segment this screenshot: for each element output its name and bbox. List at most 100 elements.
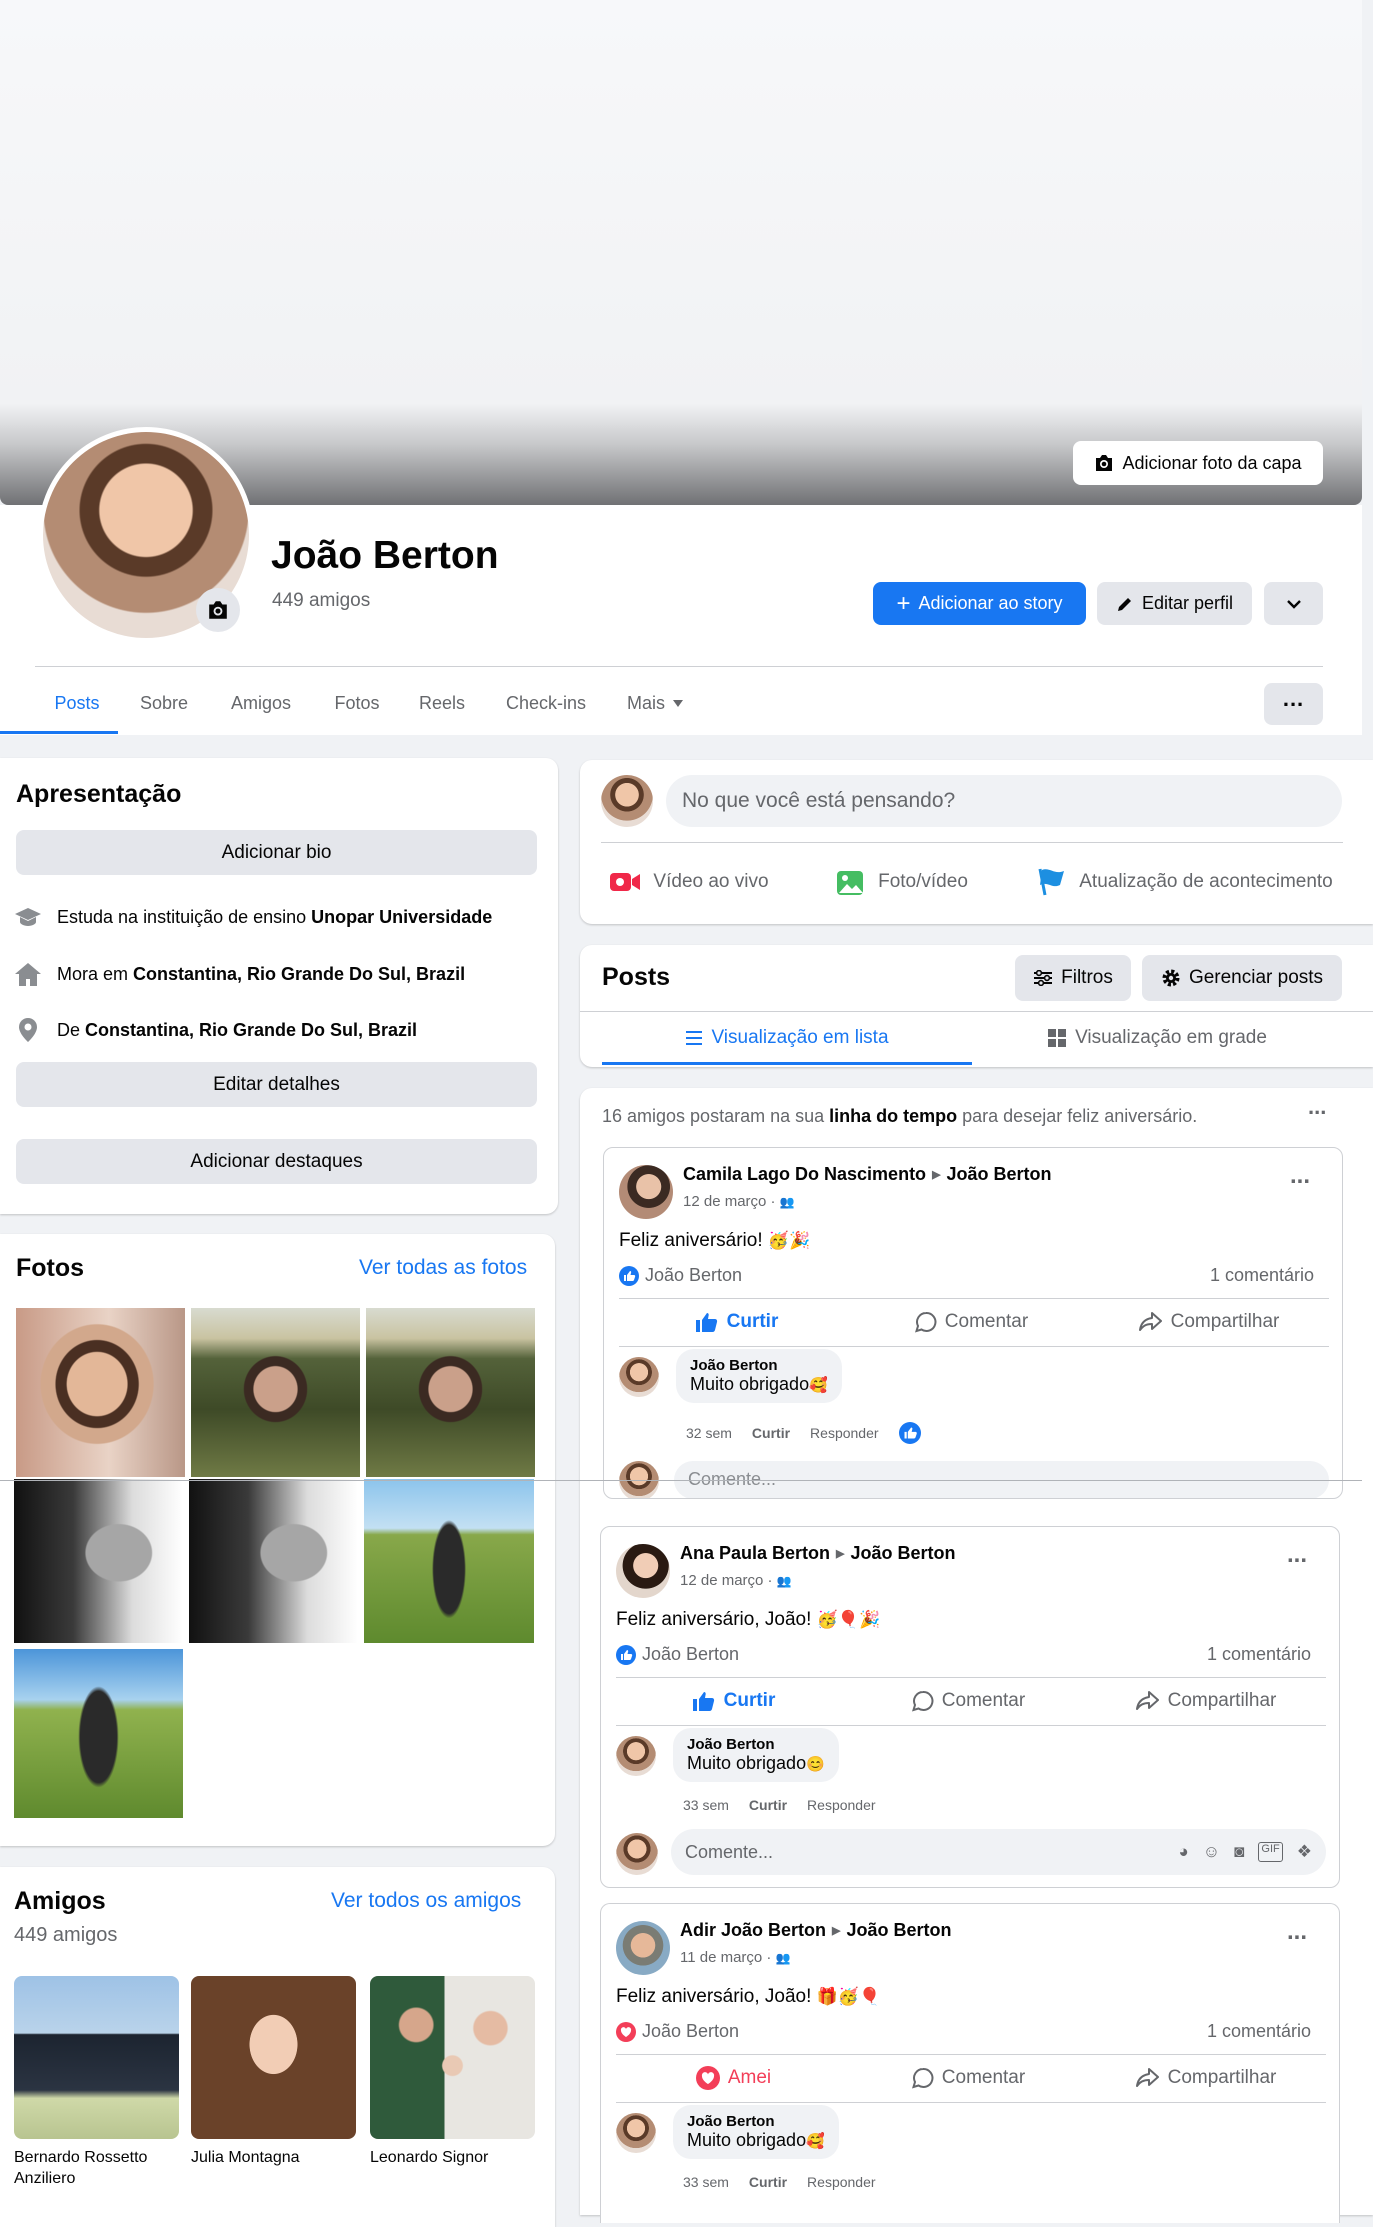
add-bio-button[interactable]: Adicionar bio (16, 830, 537, 875)
comment-time[interactable]: 33 sem (683, 2174, 729, 2190)
post-date[interactable]: 11 de março · (680, 1949, 771, 1966)
comment-author[interactable]: João Berton (690, 1357, 828, 1374)
edit-details-button[interactable]: Editar detalhes (16, 1062, 537, 1107)
add-cover-photo-button[interactable]: Adicionar foto da capa (1073, 441, 1323, 485)
comment-author-avatar[interactable] (619, 1357, 659, 1397)
comments-count[interactable]: 1 comentário (1207, 1644, 1311, 1665)
love-button[interactable]: Amei (616, 2056, 851, 2100)
composer-input[interactable]: No que você está pensando? (666, 775, 1342, 827)
friends-count[interactable]: 449 amigos (272, 590, 370, 612)
comment-reply-link[interactable]: Responder (807, 2174, 876, 2190)
share-button[interactable]: Compartilhar (1086, 1679, 1326, 1723)
filters-button[interactable]: Filtros (1015, 955, 1131, 1001)
comment-button[interactable]: Comentar (854, 1300, 1089, 1344)
photo-thumbnail[interactable] (366, 1308, 535, 1477)
photo-thumbnail[interactable] (16, 1308, 185, 1477)
photo-thumbnail[interactable] (364, 1479, 534, 1643)
photo-thumbnail[interactable] (14, 1649, 183, 1818)
photo-thumbnail[interactable] (191, 1308, 360, 1477)
photo-thumbnail[interactable] (189, 1479, 358, 1643)
commenter-avatar[interactable] (616, 1833, 658, 1875)
post-author[interactable]: Camila Lago Do Nascimento (683, 1164, 926, 1185)
share-button[interactable]: Compartilhar (1089, 1300, 1329, 1344)
reaction-summary[interactable]: João Berton (616, 1644, 739, 1665)
manage-posts-button[interactable]: Gerenciar posts (1142, 955, 1342, 1001)
post-target[interactable]: João Berton (947, 1164, 1052, 1185)
tab-posts[interactable]: Posts (36, 672, 118, 734)
comment-like-link[interactable]: Curtir (749, 1797, 787, 1813)
comment-like-link[interactable]: Curtir (752, 1425, 790, 1441)
live-video-button[interactable]: Vídeo ao vivo (598, 856, 780, 908)
post-author[interactable]: Ana Paula Berton (680, 1543, 830, 1564)
comment-button[interactable]: Comentar (851, 2056, 1086, 2100)
friend-tile[interactable]: Julia Montagna (191, 1976, 356, 2168)
avatar-camera-button[interactable] (196, 588, 240, 632)
share-button[interactable]: Compartilhar (1086, 2056, 1326, 2100)
tabs-more-button[interactable]: ... (1264, 683, 1323, 725)
post-options-icon[interactable]: ... (1287, 1918, 1307, 1946)
post-author-avatar[interactable] (616, 1544, 670, 1598)
tab-photos[interactable]: Fotos (322, 672, 392, 734)
study-place[interactable]: Unopar Universidade (311, 907, 492, 927)
tab-reels[interactable]: Reels (408, 672, 476, 734)
post-author-avatar[interactable] (616, 1921, 670, 1975)
tab-grid-view[interactable]: Visualização em grade (972, 1012, 1342, 1064)
comment-reply-link[interactable]: Responder (807, 1797, 876, 1813)
location-pin-icon (14, 1017, 42, 1043)
comment-button[interactable]: Comentar (851, 1679, 1086, 1723)
list-view-indicator (602, 1062, 972, 1065)
like-button[interactable]: Curtir (619, 1300, 854, 1344)
summary-more-icon[interactable]: ... (1308, 1094, 1326, 1120)
comment-time[interactable]: 33 sem (683, 1797, 729, 1813)
comment-reply-link[interactable]: Responder (810, 1425, 879, 1441)
add-story-button[interactable]: + Adicionar ao story (873, 582, 1086, 625)
tab-friends[interactable]: Amigos (218, 672, 304, 734)
post-options-icon[interactable]: ... (1290, 1162, 1310, 1190)
comment-author-avatar[interactable] (616, 2113, 656, 2153)
see-all-photos-link[interactable]: Ver todas as fotos (359, 1256, 527, 1280)
intro-from-text: De Constantina, Rio Grande Do Sul, Brazi… (57, 1020, 417, 1041)
comment-author[interactable]: João Berton (687, 2113, 825, 2130)
post-author-avatar[interactable] (619, 1165, 673, 1219)
add-highlights-button[interactable]: Adicionar destaques (16, 1139, 537, 1184)
emoji-icon[interactable]: ☺ (1203, 1842, 1220, 1862)
post-target[interactable]: João Berton (851, 1543, 956, 1564)
post-options-icon[interactable]: ... (1287, 1541, 1307, 1569)
tab-more[interactable]: Mais (616, 672, 694, 734)
comment-author-avatar[interactable] (616, 1736, 656, 1776)
see-all-friends-link[interactable]: Ver todos os amigos (331, 1889, 521, 1913)
gif-icon[interactable]: GIF (1258, 1842, 1283, 1862)
camera-icon[interactable]: ◙ (1234, 1842, 1244, 1862)
post-date[interactable]: 12 de março · (683, 1193, 776, 1210)
from-place[interactable]: Constantina, Rio Grande Do Sul, Brazil (85, 1020, 417, 1040)
lives-place[interactable]: Constantina, Rio Grande Do Sul, Brazil (133, 964, 465, 984)
comment-author[interactable]: João Berton (687, 1736, 825, 1753)
comment-input[interactable]: Comente... ◕ ☺ ◙ GIF ❖ (671, 1829, 1326, 1875)
more-options-button[interactable] (1264, 582, 1323, 625)
comment-time[interactable]: 32 sem (686, 1425, 732, 1441)
tab-list-view[interactable]: Visualização em lista (602, 1012, 972, 1064)
reaction-summary[interactable]: João Berton (616, 2021, 739, 2042)
tab-checkins[interactable]: Check-ins (494, 672, 598, 734)
photo-video-button[interactable]: Foto/vídeo (822, 856, 982, 908)
post-author[interactable]: Adir João Berton (680, 1920, 826, 1941)
comments-count[interactable]: 1 comentário (1207, 2021, 1311, 2042)
post-target[interactable]: João Berton (846, 1920, 951, 1941)
comments-count[interactable]: 1 comentário (1210, 1265, 1314, 1286)
post-date[interactable]: 12 de março · (680, 1572, 773, 1589)
avatar-sticker-icon[interactable]: ◕ (1178, 1842, 1188, 1862)
reaction-summary[interactable]: João Berton (619, 1265, 742, 1286)
edit-profile-button[interactable]: Editar perfil (1097, 582, 1252, 625)
like-button[interactable]: Curtir (616, 1679, 851, 1723)
summary-timeline-link[interactable]: linha do tempo (829, 1106, 957, 1126)
comment-like-link[interactable]: Curtir (749, 2174, 787, 2190)
friend-tile[interactable]: Leonardo Signor (370, 1976, 535, 2168)
sticker-icon[interactable]: ❖ (1297, 1842, 1312, 1862)
composer-avatar[interactable] (601, 775, 653, 827)
life-event-button[interactable]: Atualização de acontecimento (1012, 856, 1358, 908)
share-icon (1138, 1311, 1163, 1333)
photo-thumbnail[interactable] (14, 1479, 183, 1643)
tab-about[interactable]: Sobre (128, 672, 200, 734)
grid-view-label: Visualização em grade (1075, 1027, 1267, 1048)
friend-tile[interactable]: Bernardo Rossetto Anziliero (14, 1976, 179, 2189)
